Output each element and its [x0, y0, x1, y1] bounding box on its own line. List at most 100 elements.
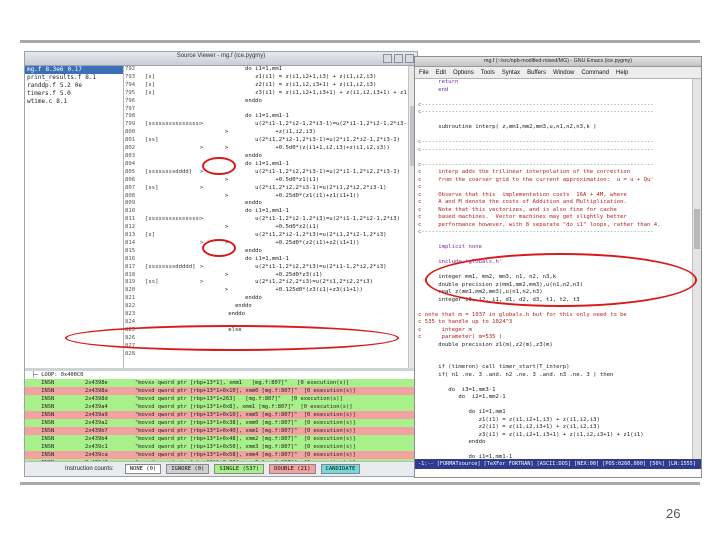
precision-tags: [145, 351, 200, 359]
maximize-icon[interactable]: [394, 54, 403, 63]
file-list-item[interactable]: print_results.f 8.1: [25, 74, 123, 82]
continuation-marker: [200, 177, 208, 185]
precision-tags: [s]: [145, 81, 156, 88]
instruction-type: INSN: [25, 420, 55, 426]
continuation-marker: [200, 351, 208, 359]
instruction-row[interactable]: INSN 2x439a2 "movsd qword ptr [rbp+13*1+0x…: [25, 419, 417, 427]
source-line[interactable]: 815 enddo: [125, 248, 407, 256]
instruction-row[interactable]: INSN 2x4398e "movsx qword ptr [rbp+13*1], …: [25, 379, 417, 387]
emacs-scrollbar[interactable]: [692, 79, 701, 459]
source-text: u(2*i1,2*i2-1,2*i3-1)=u(2*i1,2*i2-1,2*i3…: [208, 137, 400, 144]
instruction-row[interactable]: INSN 2x439ca "movsd qword ptr [rbp+13*1+0x…: [25, 451, 417, 459]
source-line[interactable]: 813 [s] u(2*i1,2*i2-1,2*i3)=u(2*i1,2*i2-1…: [125, 232, 407, 240]
source-line[interactable]: 797: [125, 106, 407, 114]
source-line[interactable]: 801 [ss] u(2*i1,2*i2-1,2*i3-1)=u(2*i1,2*i…: [125, 137, 407, 145]
source-line[interactable]: 811 [ssssssssssssssss] > u(2*i1-1,2*i2-1,2…: [125, 216, 407, 224]
instruction-row[interactable]: INSN 2x439a4 "movsd qword ptr [rbp+13*1+0x…: [25, 403, 417, 411]
source-line[interactable]: 800 > +z(i1,i2,i3): [125, 129, 407, 137]
line-number: 828: [125, 350, 136, 357]
instruction-row[interactable]: INSN 2x439c1 "movsd qword ptr [rbp+13*1+0x…: [25, 443, 417, 451]
source-line[interactable]: 814 > > +0.25d0*(z2(i1)+z2(i1+1)): [125, 240, 407, 248]
annotation-ellipse-2: [202, 239, 236, 257]
source-line[interactable]: 812 > +0.5d0*z2(i1): [125, 224, 407, 232]
menu-tools[interactable]: Tools: [481, 70, 495, 76]
source-text: > +0.5d0*z2(i1): [208, 224, 320, 231]
source-line[interactable]: 806 > +0.5d0*z1(i1): [125, 177, 407, 185]
instruction-count-legend: Instruction counts: NONE (0) IGNORE (0) SI…: [25, 461, 417, 476]
instruction-type: INSN: [25, 396, 55, 402]
instruction-row[interactable]: INSN 2x439b7 "movsd qword ptr [rbp+13*1+0x…: [25, 427, 417, 435]
precision-tags: [ssssssssssssssss]: [145, 121, 200, 128]
source-line[interactable]: 821 enddo: [125, 295, 407, 303]
source-line[interactable]: 795 [s] z3(i1) = z(i1,i2+1,i3+1) + z(i1,i…: [125, 90, 407, 98]
slide-top-rule: [20, 40, 700, 43]
editor-line: double precision z1(m),z2(m),z3(m): [418, 341, 553, 348]
source-text: u(2*i1-1,2*i2-1,2*i3)=u(2*i1-1,2*i2-1,2*…: [208, 216, 400, 223]
instruction-row[interactable]: ├─ LOOP: 0x400C0: [25, 371, 417, 379]
line-number: 821: [125, 295, 136, 302]
source-line[interactable]: 818 > +0.25d0*z3(i1): [125, 272, 407, 280]
source-line[interactable]: 792 do i1=1,mm1: [125, 66, 407, 74]
editor-line: c---------------------------------------…: [418, 109, 654, 115]
source-line[interactable]: 802 > > +0.5d0*(z(i1+1,i2,i3)+z(i1,i2,i3)…: [125, 145, 407, 153]
source-line[interactable]: 805 [ssssssssdddd] > u(2*i1-1,2*i2,2*i3-1)…: [125, 169, 407, 177]
instruction-row[interactable]: INSN 2x4398a "movsd qword ptr [rbp+13*1+0x…: [25, 387, 417, 395]
menu-syntax[interactable]: Syntax: [502, 70, 520, 76]
legend-chip[interactable]: CANDIDATE: [320, 464, 361, 474]
source-line[interactable]: 808 > +0.25d0*(z1(i1)+z1(i1+1)): [125, 193, 407, 201]
continuation-marker: >: [200, 279, 204, 286]
source-line[interactable]: 799 [ssssssssssssssss] > u(2*i1-1,2*i2-1,2…: [125, 121, 407, 129]
source-line[interactable]: 822 enddo: [125, 303, 407, 311]
precision-tags: [145, 256, 200, 264]
source-line[interactable]: 798 do i1=1,mm1-1: [125, 113, 407, 121]
source-line[interactable]: 828: [125, 351, 407, 359]
menu-command[interactable]: Command: [581, 70, 609, 76]
legend-chip[interactable]: NONE (0): [124, 464, 162, 474]
source-text: u(2*i1-1,2*i2,2*i3)=u(2*i1-1,2*i2,2*i3): [208, 263, 387, 270]
menu-buffers[interactable]: Buffers: [527, 70, 546, 76]
source-line[interactable]: 817 [ssssssssddddd] > u(2*i1-1,2*i2,2*i3)=…: [125, 264, 407, 272]
menu-window[interactable]: Window: [553, 70, 574, 76]
instruction-flag: [107, 387, 135, 395]
file-list-item[interactable]: wtime.c 8.1: [25, 98, 123, 106]
file-list-item[interactable]: timers.f 5.0: [25, 90, 123, 98]
scrollbar-thumb[interactable]: [694, 209, 700, 249]
legend-chip[interactable]: SINGLE (537): [214, 464, 265, 474]
source-line[interactable]: 810 do i1=1,mm1-1: [125, 208, 407, 216]
continuation-marker: [200, 208, 208, 216]
editor-line: c Note that this vectorizes, and is also…: [418, 206, 617, 213]
source-text: > +0.25d0*(z2(i1)+z2(i1+1)): [208, 239, 360, 246]
instruction-row[interactable]: INSN 2x439a9 "movsd qword ptr [rbp+13*1+0x…: [25, 411, 417, 419]
minimize-icon[interactable]: [383, 54, 392, 63]
source-line[interactable]: 807 [ss] > u(2*i1,2*i2,2*i3-1)=u(2*i1,2*i2…: [125, 185, 407, 193]
source-line[interactable]: 809 enddo: [125, 200, 407, 208]
editor-line: c---------------------------------------…: [418, 146, 654, 153]
instruction-address: 2x439ca: [85, 452, 108, 458]
source-line[interactable]: 819 [ss] > u(2*i1,2*i2,2*i3)=u(2*i1,2*i2,2…: [125, 279, 407, 287]
source-line[interactable]: 793 [s] z1(i1) = z(i1,i2+1,i3) + z(i1,i2,…: [125, 74, 407, 82]
legend-chip[interactable]: IGNORE (0): [166, 464, 210, 474]
source-line[interactable]: 823 enddo: [125, 311, 407, 319]
file-list-item[interactable]: randdp.f 5.2 0e: [25, 82, 123, 90]
source-line[interactable]: 796 enddo: [125, 98, 407, 106]
menu-help[interactable]: Help: [616, 70, 628, 76]
legend-chip[interactable]: DOUBLE (21): [269, 464, 316, 474]
continuation-marker: [200, 113, 208, 121]
source-line[interactable]: 820 > +0.125d0*(z3(i1)+z3(i1+1)): [125, 287, 407, 295]
source-line[interactable]: 816 do i1=1,mm1-1: [125, 256, 407, 264]
source-line[interactable]: 803 enddo: [125, 153, 407, 161]
instruction-row[interactable]: INSN 2x4398d "movsd qword ptr [rbp+13*1+26…: [25, 395, 417, 403]
line-number: 820: [125, 287, 136, 294]
close-icon[interactable]: [405, 54, 414, 63]
menu-options[interactable]: Options: [453, 70, 474, 76]
source-line[interactable]: 804 do i1=1,mm1-1: [125, 161, 407, 169]
source-line[interactable]: 794 [s] z2(i1) = z(i1,i2,i3+1) + z(i1,i2,…: [125, 82, 407, 90]
instruction-row[interactable]: INSN 2x439b4 "movsd qword ptr [rbp+13*1+0x…: [25, 435, 417, 443]
emacs-minibuffer[interactable]: [415, 469, 701, 477]
menu-edit[interactable]: Edit: [436, 70, 446, 76]
continuation-marker: >: [200, 263, 204, 270]
file-list-item[interactable]: mg.f 8.3e6 0.17: [25, 66, 123, 74]
menu-file[interactable]: File: [419, 70, 429, 76]
instruction-text: "movsx qword ptr [rbp+13*1], xmm1 [mg.f:…: [135, 380, 350, 386]
